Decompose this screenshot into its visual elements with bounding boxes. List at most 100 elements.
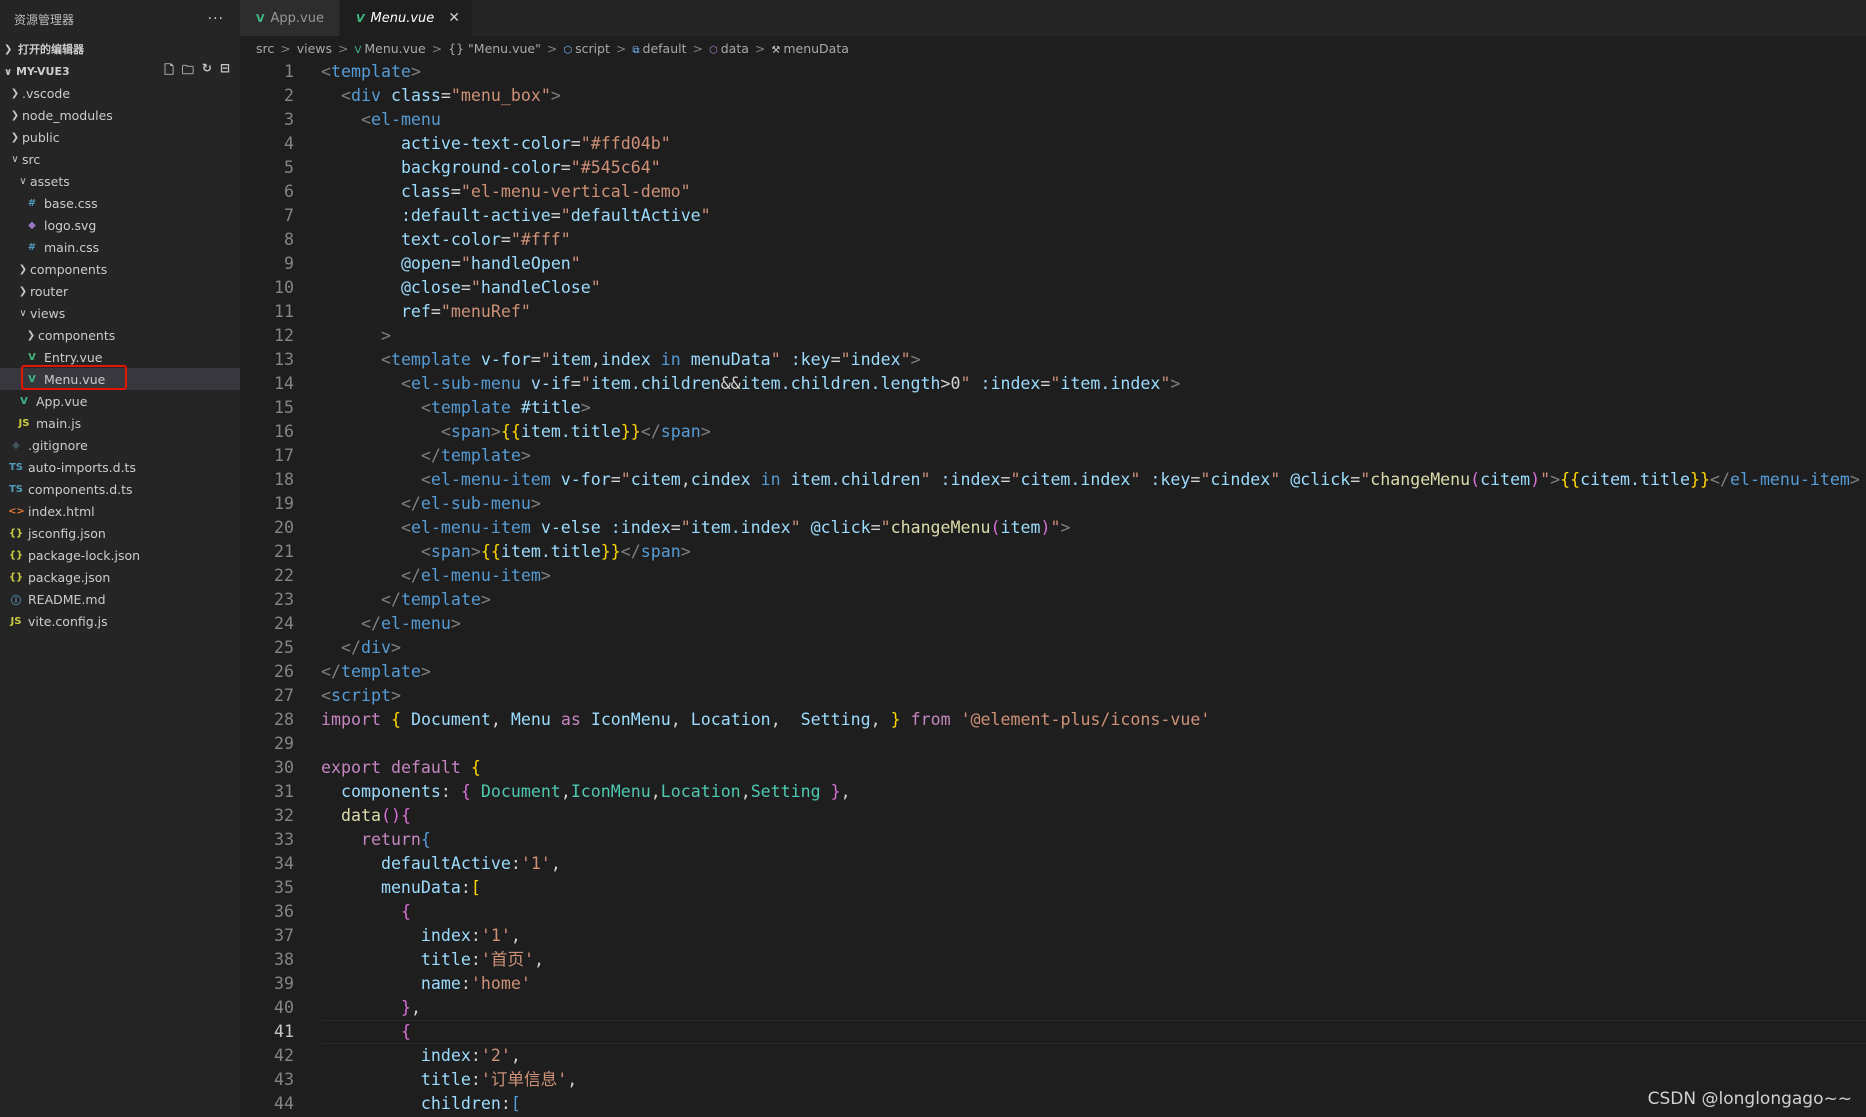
code-line[interactable]: defaultActive:'1', xyxy=(321,852,1860,876)
code-line[interactable]: children:[ xyxy=(321,1092,1860,1116)
tree-item-label: index.html xyxy=(28,503,95,519)
code-line[interactable]: <span>{{item.title}}</span> xyxy=(321,540,1860,564)
tree-file[interactable]: # base.css xyxy=(0,192,240,214)
code-line[interactable]: </el-menu-item> xyxy=(321,564,1860,588)
code-line[interactable]: </template> xyxy=(321,588,1860,612)
tree-file[interactable]: ◆ logo.svg xyxy=(0,214,240,236)
code-line[interactable]: <el-menu-item v-for="citem,cindex in ite… xyxy=(321,468,1860,492)
code-line[interactable]: <template v-for="item,index in menuData"… xyxy=(321,348,1860,372)
collapse-icon[interactable]: ⊟ xyxy=(220,61,230,82)
code-line[interactable]: <template #title> xyxy=(321,396,1860,420)
code-line[interactable]: index:'2', xyxy=(321,1044,1860,1068)
code-line[interactable]: text-color="#fff" xyxy=(321,228,1860,252)
code-line[interactable]: <el-sub-menu v-if="item.children&&item.c… xyxy=(321,372,1860,396)
code-view[interactable]: 1 2 3 4 5 6 7 8 9 10 11 12 13 14 15 16 17 18 19 20 21 22 23 24 2… xyxy=(240,60,1866,1117)
new-file-icon[interactable]: 🗋 xyxy=(164,61,174,82)
code-line[interactable]: active-text-color="#ffd04b" xyxy=(321,132,1860,156)
tree-folder[interactable]: ❯ public xyxy=(0,126,240,148)
breadcrumb-item[interactable]: views xyxy=(297,41,332,56)
code-token: </ xyxy=(400,566,421,585)
code-token: " xyxy=(1160,374,1171,393)
code-line[interactable]: </el-menu> xyxy=(321,612,1860,636)
code-line[interactable]: title:'首页', xyxy=(321,948,1860,972)
code-line[interactable]: { xyxy=(321,1020,1860,1044)
tree-file[interactable]: TS components.d.ts xyxy=(0,478,240,500)
tree-folder[interactable]: ∨ src xyxy=(0,148,240,170)
tree-file[interactable]: # main.css xyxy=(0,236,240,258)
tree-file[interactable]: <> index.html xyxy=(0,500,240,522)
code-token: title xyxy=(420,950,471,969)
code-line[interactable]: </el-sub-menu> xyxy=(321,492,1860,516)
code-line[interactable]: </template> xyxy=(321,660,1860,684)
code-line[interactable]: <template> xyxy=(321,60,1860,84)
new-folder-icon[interactable]: 🗀 xyxy=(182,61,194,82)
code-line[interactable]: }, xyxy=(321,996,1860,1020)
tree-folder[interactable]: ❯ .vscode xyxy=(0,82,240,104)
code-line[interactable]: data(){ xyxy=(321,804,1860,828)
code-token: in xyxy=(660,350,681,369)
code-token: : xyxy=(440,782,461,801)
code-line[interactable]: name:'home' xyxy=(321,972,1860,996)
code-token: > xyxy=(700,422,711,441)
breadcrumb-item[interactable]: {} "Menu.vue" xyxy=(448,41,541,56)
code-line[interactable] xyxy=(321,732,1860,756)
code-line[interactable]: class="el-menu-vertical-demo" xyxy=(321,180,1860,204)
chevron-down-icon: ∨ xyxy=(19,307,27,319)
breadcrumb-item[interactable]: ⬡ script xyxy=(563,41,610,56)
refresh-icon[interactable]: ↻ xyxy=(202,61,212,82)
git-file-icon: ◆ xyxy=(12,439,20,451)
tree-file[interactable]: {} package.json xyxy=(0,566,240,588)
code-line[interactable]: <script> xyxy=(321,684,1860,708)
code-line[interactable]: title:'订单信息', xyxy=(321,1068,1860,1092)
breadcrumb-item[interactable]: V Menu.vue xyxy=(355,41,426,56)
tree-file[interactable]: JS main.js xyxy=(0,412,240,434)
tree-file[interactable]: JS vite.config.js xyxy=(0,610,240,632)
code-line[interactable]: <span>{{item.title}}</span> xyxy=(321,420,1860,444)
tree-folder[interactable]: ❯ components xyxy=(0,324,240,346)
code-line[interactable]: components: { Document,IconMenu,Location… xyxy=(321,780,1860,804)
code-line[interactable]: <div class="menu_box"> xyxy=(321,84,1860,108)
code-line[interactable]: :default-active="defaultActive" xyxy=(321,204,1860,228)
code-line[interactable]: @open="handleOpen" xyxy=(321,252,1860,276)
breadcrumb-item[interactable]: ⧉ default xyxy=(632,41,686,56)
code-line[interactable]: menuData:[ xyxy=(321,876,1860,900)
breadcrumb-item[interactable]: src xyxy=(256,41,274,56)
open-editors-section[interactable]: ❯ 打开的编辑器 xyxy=(0,38,240,60)
code-line[interactable]: return{ xyxy=(321,828,1860,852)
code-line[interactable]: export default { xyxy=(321,756,1860,780)
close-icon[interactable]: ✕ xyxy=(448,10,460,26)
code-line[interactable]: @close="handleClose" xyxy=(321,276,1860,300)
editor-tab[interactable]: V App.vue xyxy=(240,0,340,36)
tree-folder[interactable]: ∨ views xyxy=(0,302,240,324)
code-line[interactable]: ref="menuRef" xyxy=(321,300,1860,324)
code-lines[interactable]: <template> <div class="menu_box"> <el-me… xyxy=(321,60,1860,1116)
code-line[interactable]: </template> xyxy=(321,444,1860,468)
tree-file[interactable]: {} jsconfig.json xyxy=(0,522,240,544)
breadcrumb-item[interactable]: ⬡ data xyxy=(709,41,749,56)
code-line[interactable]: > xyxy=(321,324,1860,348)
tree-file[interactable]: V Menu.vue xyxy=(0,365,240,390)
more-actions-icon[interactable]: ··· xyxy=(208,11,224,27)
code-line[interactable]: import { Document, Menu as IconMenu, Loc… xyxy=(321,708,1860,732)
tree-folder[interactable]: ❯ node_modules xyxy=(0,104,240,126)
code-token: el-menu-item xyxy=(420,566,541,585)
code-line[interactable]: { xyxy=(321,900,1860,924)
tree-folder[interactable]: ❯ router xyxy=(0,280,240,302)
tree-file[interactable]: TS auto-imports.d.ts xyxy=(0,456,240,478)
code-line[interactable]: </div> xyxy=(321,636,1860,660)
code-line[interactable]: index:'1', xyxy=(321,924,1860,948)
tree-file[interactable]: {} package-lock.json xyxy=(0,544,240,566)
code-line[interactable]: <el-menu xyxy=(321,108,1860,132)
tree-folder[interactable]: ❯ components xyxy=(0,258,240,280)
breadcrumb-item[interactable]: ⚒ menuData xyxy=(771,41,849,56)
code-line[interactable]: background-color="#545c64" xyxy=(321,156,1860,180)
code-token: el-menu xyxy=(370,110,441,129)
code-line[interactable]: <el-menu-item v-else :index="item.index"… xyxy=(321,516,1860,540)
project-section[interactable]: ∨ MY-VUE3 🗋 🗀 ↻ ⊟ xyxy=(0,60,240,82)
editor-tab[interactable]: V Menu.vue ✕ xyxy=(340,0,474,36)
tree-file[interactable]: ◆ .gitignore xyxy=(0,434,240,456)
tree-file[interactable]: ⓘ README.md xyxy=(0,588,240,610)
tree-folder[interactable]: ∨ assets xyxy=(0,170,240,192)
tree-file[interactable]: V App.vue xyxy=(0,390,240,412)
